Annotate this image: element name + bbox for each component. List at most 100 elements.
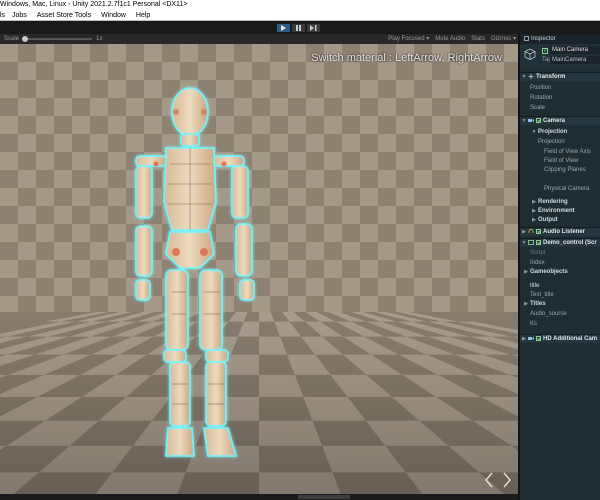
chevron-right-icon[interactable] [502,472,512,488]
component-camera[interactable]: ▼ Camera [520,116,600,125]
component-hd-additional-camera-label: HD Additional Cam [543,336,598,342]
tab-inspector[interactable]: Inspector [520,34,600,44]
play-focused-dropdown[interactable]: Play Focused [388,34,429,44]
section-projection-label: Projection [538,129,568,135]
hd-camera-checkbox[interactable] [536,335,541,341]
back-wall [0,44,518,312]
component-transform-label: Transform [536,74,566,80]
play-controls [276,23,321,33]
scroll-thumb[interactable] [298,495,350,499]
expand-arrow-icon: ▶ [522,336,526,342]
component-demo-control-label: Demo_control (Scr [543,240,597,246]
transform-icon [528,73,534,79]
component-demo-control[interactable]: ▼ Demo_control (Scr [520,238,600,247]
field-clipping-planes[interactable]: Clipping Planes [520,166,600,175]
scale-value: 1x [96,36,103,42]
pause-icon [296,25,301,31]
menu-item-asset-store-tools[interactable]: Asset Store Tools [37,10,91,21]
section-gameobjects-label: Gameobjects [530,269,568,275]
expand-arrow-icon: ▶ [532,208,536,214]
audio-listener-checkbox[interactable] [536,228,541,234]
section-rendering-label: Rendering [538,199,568,205]
hd-camera-icon [528,336,534,340]
menu-bar: ls Jobs Asset Store Tools Window Help [0,10,600,21]
component-hd-additional-camera[interactable]: ▶ HD Additional Cam [520,334,600,343]
field-text-title[interactable]: Text_title [520,291,600,300]
stats-button[interactable]: Stats [471,34,485,44]
expand-arrow-icon: ▼ [521,74,527,80]
scale-slider-handle[interactable] [22,36,28,42]
expand-arrow-icon: ▶ [522,229,526,235]
menu-item-tools[interactable]: ls [0,10,5,21]
component-audio-listener-label: Audio Listener [543,229,586,235]
field-title[interactable]: title [520,282,600,291]
menu-item-help[interactable]: Help [136,10,150,21]
section-projection[interactable]: ▼ Projection [520,128,600,137]
inspector-panel: Inspector ✓ Main Camera Tag MainCamera ▼… [518,34,600,500]
field-fov[interactable]: Field of View [520,157,600,166]
expand-arrow-icon: ▶ [532,217,536,223]
scale-label: Scale [4,36,20,42]
window-title-bar: Windows, Mac, Linux - Unity 2021.2.7f1c1… [0,0,600,10]
expand-arrow-icon: ▶ [524,269,528,275]
tab-inspector-label: Inspector [531,36,556,42]
camera-enabled-checkbox[interactable] [536,117,541,123]
object-header: ✓ Main Camera Tag MainCamera [520,44,600,66]
field-scale[interactable]: Scale [520,104,600,113]
mute-audio-button[interactable]: Mute Audio [435,34,465,44]
section-output-label: Output [538,217,558,223]
step-icon [310,25,317,31]
field-physical-camera[interactable]: Physical Camera [520,185,600,194]
game-view: Scale 1x Play Focused Mute Audio Stats G… [0,34,518,500]
expand-arrow-icon: ▼ [521,118,527,124]
component-camera-label: Camera [543,118,566,124]
expand-arrow-icon: ▼ [521,240,527,246]
section-environment-label: Environment [538,208,575,214]
field-fov-axis[interactable]: Field of View Axis [520,148,600,157]
step-button[interactable] [306,23,321,33]
field-ks[interactable]: Ks [520,320,600,329]
scale-slider-track[interactable] [22,38,92,40]
object-name-field[interactable]: Main Camera [550,46,600,54]
expand-arrow-icon: ▼ [531,129,537,135]
field-audio-source[interactable]: Audio_source [520,310,600,319]
section-titles[interactable]: ▶ Titles [520,300,600,309]
pause-button[interactable] [291,23,306,33]
game-viewport[interactable]: Switch material : LeftArrow, RightArrow [0,44,518,500]
window-title: Windows, Mac, Linux - Unity 2021.2.7f1c1… [0,1,188,8]
chevron-left-icon[interactable] [484,472,494,488]
script-icon [528,240,534,245]
checker-floor [0,312,518,500]
section-environment[interactable]: ▶ Environment [520,207,600,216]
gizmos-dropdown[interactable]: Gizmos [491,34,516,44]
play-icon [281,25,286,31]
play-button[interactable] [276,23,291,33]
component-transform[interactable]: ▼ Transform [520,72,600,81]
demo-control-checkbox[interactable] [536,239,541,245]
section-output[interactable]: ▶ Output [520,216,600,225]
game-view-toolbar: Scale 1x Play Focused Mute Audio Stats G… [0,34,518,44]
section-rendering[interactable]: ▶ Rendering [520,198,600,207]
viewport-scroll-strip [0,494,518,500]
main-toolbar [0,21,600,34]
section-gameobjects[interactable]: ▶ Gameobjects [520,268,600,277]
camera-icon [528,118,534,122]
field-index[interactable]: Index [520,259,600,268]
section-titles-label: Titles [530,301,546,307]
field-position[interactable]: Position [520,84,600,93]
material-nav-arrows [484,472,512,488]
field-script: Script [530,250,546,256]
scene-render [0,44,518,500]
expand-arrow-icon: ▶ [524,301,528,307]
menu-item-window[interactable]: Window [101,10,126,21]
headphones-icon [528,229,534,233]
component-audio-listener[interactable]: ▶ Audio Listener [520,227,600,236]
inspector-icon [524,35,529,41]
gameobject-cube-icon [524,48,536,60]
field-projection[interactable]: Projection [520,138,600,147]
expand-arrow-icon: ▶ [532,199,536,205]
object-active-checkbox[interactable]: ✓ [542,48,548,54]
tag-dropdown[interactable]: MainCamera [550,56,600,64]
field-rotation[interactable]: Rotation [520,94,600,103]
menu-item-jobs[interactable]: Jobs [12,10,27,21]
